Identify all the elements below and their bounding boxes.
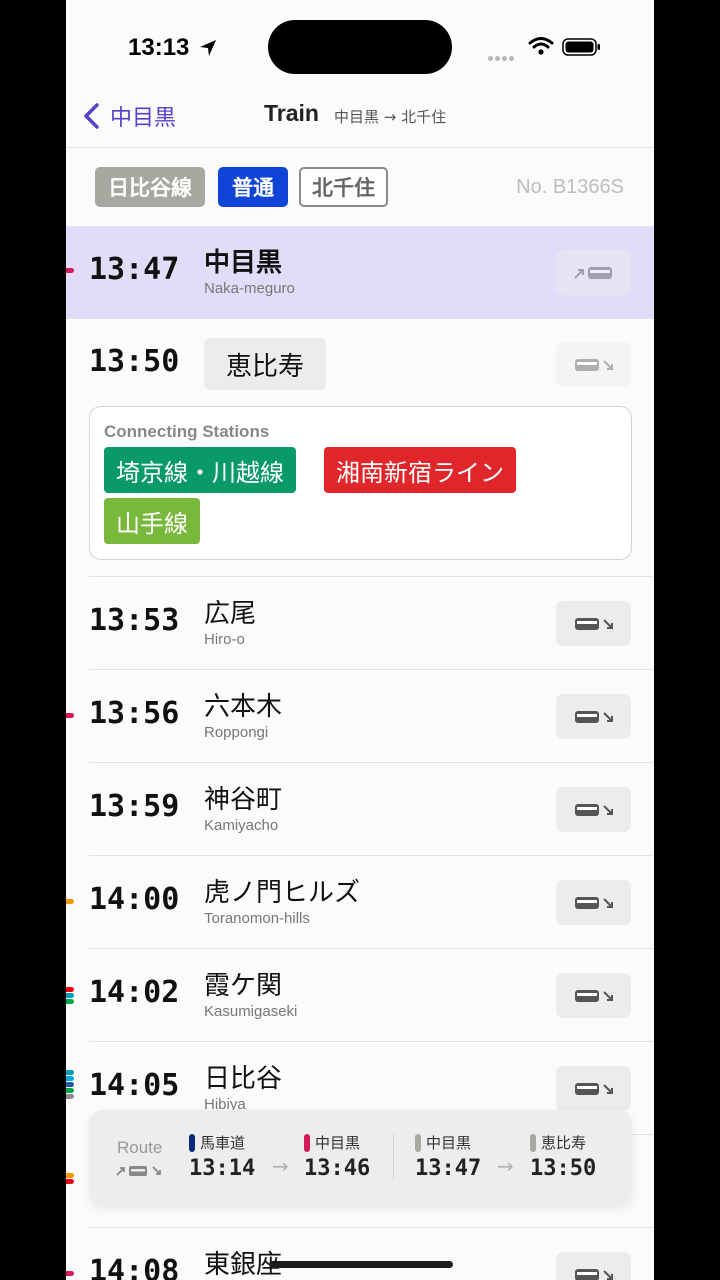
board-button[interactable] [556,250,631,295]
alight-button[interactable] [556,342,631,387]
stop-time: 13:56 [89,696,180,731]
route-from-station: 中目黒 [415,1132,471,1153]
dynamic-island [268,20,452,74]
stop-row[interactable]: 14:02 霞ケ関 Kasumigaseki [66,949,654,1042]
line-marker [66,1070,74,1100]
battery-icon [562,38,600,56]
line-marker [66,713,74,719]
stop-row[interactable]: 14:08 東銀座 [66,1228,654,1280]
alight-button[interactable] [556,601,631,646]
arrow-right-icon: → [497,1154,514,1178]
stop-time: 13:47 [89,252,180,287]
route-to-time: 13:50 [530,1156,597,1181]
route-from-name: 中目黒 [426,1134,472,1152]
train-number: No. B1366S [516,176,624,198]
chevron-left-icon [84,103,99,129]
alight-button[interactable] [556,1252,631,1280]
alight-button[interactable] [556,973,631,1018]
stop-time: 13:53 [89,603,180,638]
alighting-icon [574,1082,613,1095]
alight-button[interactable] [556,694,631,739]
station-romaji: Roppongi [204,724,269,741]
boarding-icon [573,266,612,279]
route-from-time: 13:14 [189,1156,256,1181]
back-label: 中目黒 [110,106,177,131]
alight-button[interactable] [556,787,631,832]
station-romaji: Hiro-o [204,631,245,648]
alighting-icon [574,710,613,723]
alighting-icon [574,358,613,371]
station-name: 恵比寿 [204,338,327,390]
line-badge: 日比谷線 [95,167,205,207]
arrow-right-icon: → [272,1154,289,1178]
station-name: 霞ケ関 [204,971,283,1001]
route-from-name: 馬車道 [200,1134,246,1152]
line-marker [66,987,74,1005]
station-romaji: Toranomon-hills [204,910,310,927]
alight-button[interactable] [556,1066,631,1111]
alight-button[interactable] [556,880,631,925]
stop-time: 13:59 [89,789,180,824]
route-divider [393,1134,394,1180]
route-to-station: 恵比寿 [530,1132,586,1153]
status-time: 13:13 [128,34,190,61]
station-name: 日比谷 [204,1064,283,1094]
route-to-station: 中目黒 [304,1132,360,1153]
station-romaji: Naka-meguro [204,280,295,297]
status-bar: 13:13 [66,0,654,92]
connecting-stations-card: Connecting Stations 埼京線・川越線 湘南新宿ライン 山手線 [89,406,632,560]
connecting-title: Connecting Stations [104,422,270,441]
route-subtitle: 中目黒 → 北千住 [334,108,447,126]
train-info-bar: 日比谷線 普通 北千住 No. B1366S [66,148,654,226]
destination-badge: 北千住 [299,167,388,207]
station-name: 広尾 [204,599,257,629]
station-name: 六本木 [204,692,283,722]
route-to-name: 恵比寿 [541,1134,587,1152]
home-indicator[interactable] [269,1261,453,1268]
route-icon [116,1166,161,1176]
line-marker [66,1173,74,1185]
connecting-line-tag[interactable]: 埼京線・川越線 [104,447,296,493]
stop-time: 14:00 [89,882,180,917]
stop-time: 14:02 [89,975,180,1010]
back-button[interactable]: 中目黒 [78,100,176,132]
route-summary-card[interactable]: Route 馬車道 13:14 → 中目黒 13:46 中目黒 13:47 → … [89,1110,632,1206]
connecting-line-tag[interactable]: 湘南新宿ライン [324,447,516,493]
route-to-name: 中目黒 [315,1134,361,1152]
alighting-icon [574,617,613,630]
route-label: Route [117,1138,163,1157]
stop-row[interactable]: 13:50 恵比寿 [66,318,654,411]
stop-row[interactable]: 14:00 虎ノ門ヒルズ Toranomon-hills [66,856,654,949]
stop-time: 14:05 [89,1068,180,1103]
route-from-station: 馬車道 [189,1132,245,1153]
stop-time: 14:08 [89,1254,180,1280]
line-marker [66,899,74,905]
stop-row[interactable]: 13:53 広尾 Hiro-o [66,577,654,670]
route-to-time: 13:46 [304,1156,371,1181]
location-arrow-icon [200,40,216,56]
alighting-icon [574,989,613,1002]
train-type-badge: 普通 [218,167,288,207]
alighting-icon [574,896,613,909]
stop-row[interactable]: 13:47 中目黒 Naka-meguro [66,226,654,319]
route-from-time: 13:47 [415,1156,482,1181]
stop-row[interactable]: 13:59 神谷町 Kamiyacho [66,763,654,856]
station-name: 虎ノ門ヒルズ [204,878,361,908]
line-marker [66,1271,74,1277]
alighting-icon [574,803,613,816]
stop-row[interactable]: 13:56 六本木 Roppongi [66,670,654,763]
station-name: 神谷町 [204,785,283,815]
alighting-icon [574,1268,613,1280]
navigation-bar: 中目黒 Train 中目黒 → 北千住 [66,92,654,148]
page-title: Train [264,100,319,126]
wifi-icon [528,37,554,55]
app-screen: 13:13 中目黒 Train 中目黒 → 北千住 日比谷線 普通 北千住 No… [66,0,654,1280]
station-romaji: Kamiyacho [204,817,279,834]
connecting-line-tag[interactable]: 山手線 [104,498,200,544]
line-marker [66,268,74,274]
cellular-signal-icon [488,46,516,65]
station-romaji: Kasumigaseki [204,1003,298,1020]
station-name: 中目黒 [204,248,283,278]
stop-time: 13:50 [89,344,180,379]
